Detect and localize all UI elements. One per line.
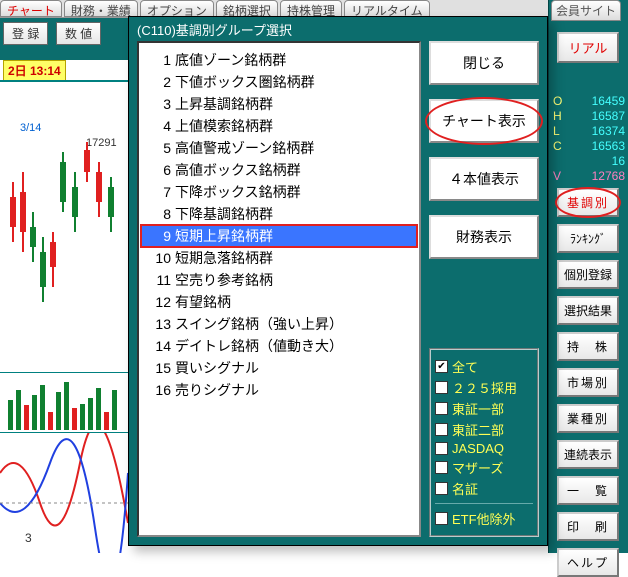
volume-bars-icon — [0, 372, 128, 432]
candlestick-icon — [0, 142, 128, 342]
side-button[interactable]: 市場別 — [557, 368, 619, 397]
list-item[interactable]: 14デイトレ銘柄（値動き大） — [141, 335, 417, 357]
side-button-column: 基調別 ﾗﾝｷﾝｸﾞ 個別登録選択結果持 株市場別業種別連続表示一 覧印 刷ヘルプ — [557, 188, 619, 577]
list-item[interactable]: 11空売り参考銘柄 — [141, 269, 417, 291]
list-item[interactable]: 2下値ボックス圏銘柄群 — [141, 71, 417, 93]
list-item[interactable]: 16売りシグナル — [141, 379, 417, 401]
group-list[interactable]: 1底値ゾーン銘柄群2下値ボックス圏銘柄群3上昇基調銘柄群4上値模索銘柄群5高値警… — [137, 41, 421, 537]
filter-checkbox[interactable]: マザーズ — [435, 457, 533, 478]
stat-row: H16587 — [553, 109, 625, 124]
list-item[interactable]: 12有望銘柄 — [141, 291, 417, 313]
checkbox-icon — [435, 381, 448, 394]
register-button[interactable]: 登 録 — [3, 22, 48, 45]
side-button[interactable]: 個別登録 — [557, 260, 619, 289]
tab-chart[interactable]: チャート — [0, 0, 62, 17]
stat-row: O16459 — [553, 94, 625, 109]
list-item[interactable]: 15買いシグナル — [141, 357, 417, 379]
chart-area: 3/14 17291 3 — [0, 80, 128, 553]
numeric-button[interactable]: 数 値 — [56, 22, 101, 45]
filter-checkbox[interactable]: 東証一部 — [435, 398, 533, 419]
checkbox-icon — [435, 512, 448, 525]
list-item[interactable]: 7下降ボックス銘柄群 — [141, 181, 417, 203]
filter-checkbox[interactable]: ２２５採用 — [435, 377, 533, 398]
checkbox-icon — [435, 482, 448, 495]
oscillator-icon — [0, 432, 128, 553]
stat-row: V12768 — [553, 169, 625, 184]
ohlc-display-button[interactable]: ４本値表示 — [429, 157, 539, 201]
chart-display-button[interactable]: チャート表示 — [429, 99, 539, 143]
dialog-title: (C110)基調別グループ選択 — [129, 17, 547, 42]
filter-checkbox[interactable]: JASDAQ — [435, 440, 533, 457]
list-item[interactable]: 9短期上昇銘柄群 — [141, 225, 417, 247]
dialog-right-column: 閉じる チャート表示 ４本値表示 財務表示 ✔全て２２５採用東証一部東証二部JA… — [429, 41, 539, 537]
stat-row: C16563 — [553, 139, 625, 154]
realtime-button[interactable]: リアル — [557, 32, 619, 63]
tab-financials[interactable]: 財務・業績 — [64, 0, 138, 17]
filter-checkbox[interactable]: 名証 — [435, 478, 533, 499]
list-item[interactable]: 1底値ゾーン銘柄群 — [141, 49, 417, 71]
financial-display-button[interactable]: 財務表示 — [429, 215, 539, 259]
side-button[interactable]: 一 覧 — [557, 476, 619, 505]
side-button[interactable]: 持 株 — [557, 332, 619, 361]
timestamp-badge: 2日 13:14 — [3, 60, 66, 81]
checkbox-icon — [435, 461, 448, 474]
checkbox-icon — [435, 423, 448, 436]
list-item[interactable]: 8下降基調銘柄群 — [141, 203, 417, 225]
tab-stock-select[interactable]: 銘柄選択 — [216, 0, 278, 17]
side-button[interactable]: 業種別 — [557, 404, 619, 433]
side-button[interactable]: 連続表示 — [557, 440, 619, 469]
left-toolbar: 登 録 数 値 — [0, 18, 128, 60]
tab-member-site[interactable]: 会員サイト — [551, 0, 621, 21]
list-item[interactable]: 4上値模索銘柄群 — [141, 115, 417, 137]
chart-date-label: 3/14 — [20, 122, 41, 134]
checkbox-icon — [435, 402, 448, 415]
stat-row: 16 — [553, 154, 625, 169]
tab-realtime[interactable]: リアルタイム — [344, 0, 430, 17]
list-item[interactable]: 3上昇基調銘柄群 — [141, 93, 417, 115]
list-item[interactable]: 13スイング銘柄（強い上昇） — [141, 313, 417, 335]
side-button[interactable]: 基調別 — [557, 188, 619, 217]
stat-row: L16374 — [553, 124, 625, 139]
ohlc-stats: O16459H16587L16374C1656316V12768 — [553, 94, 625, 184]
list-item[interactable]: 5高値警戒ゾーン銘柄群 — [141, 137, 417, 159]
right-sidebar: 会員サイト リアル O16459H16587L16374C1656316V127… — [548, 0, 628, 553]
list-item[interactable]: 6高値ボックス銘柄群 — [141, 159, 417, 181]
bottom-index-label: 3 — [25, 531, 32, 545]
side-button[interactable]: 選択結果 — [557, 296, 619, 325]
checkbox-icon: ✔ — [435, 360, 448, 373]
checkbox-icon — [435, 442, 448, 455]
side-button[interactable]: 印 刷 — [557, 512, 619, 541]
tab-holdings[interactable]: 持株管理 — [280, 0, 342, 17]
filter-checkbox[interactable]: ETF他除外 — [435, 508, 533, 529]
close-button[interactable]: 閉じる — [429, 41, 539, 85]
tab-options[interactable]: オプション — [140, 0, 214, 17]
market-filter-group: ✔全て２２５採用東証一部東証二部JASDAQマザーズ名証 ETF他除外 — [429, 348, 539, 537]
list-item[interactable]: 10短期急落銘柄群 — [141, 247, 417, 269]
side-button[interactable]: ﾗﾝｷﾝｸﾞ — [557, 224, 619, 253]
filter-checkbox[interactable]: ✔全て — [435, 356, 533, 377]
side-button[interactable]: ヘルプ — [557, 548, 619, 577]
group-select-dialog: (C110)基調別グループ選択 1底値ゾーン銘柄群2下値ボックス圏銘柄群3上昇基… — [128, 16, 548, 546]
filter-checkbox[interactable]: 東証二部 — [435, 419, 533, 440]
